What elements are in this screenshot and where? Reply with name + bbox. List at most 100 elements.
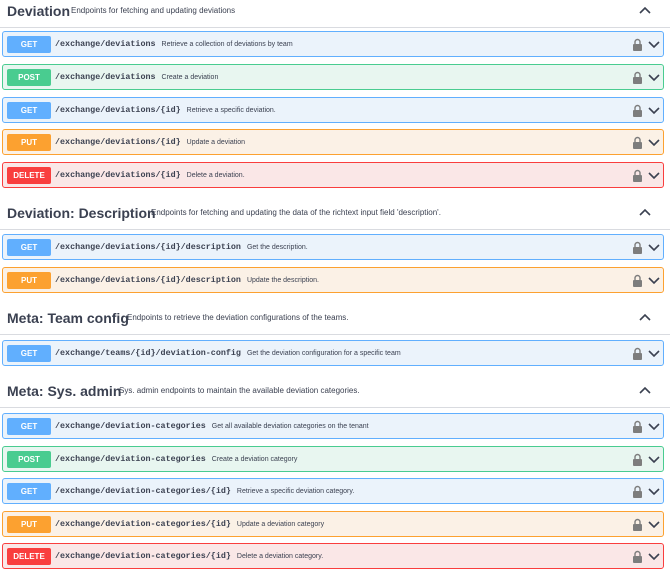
chevron-down-icon[interactable] <box>648 455 660 464</box>
operation-path: /exchange/deviations/{id} Retrieve a spec… <box>55 105 276 116</box>
operation-row[interactable]: GET /exchange/deviations/{id} Retrieve a … <box>2 97 664 123</box>
operation-summary: Get the description. <box>246 244 308 251</box>
chevron-down-icon[interactable] <box>648 276 660 285</box>
lock-icon[interactable] <box>632 38 643 51</box>
section-title: Meta: Team config <box>7 310 129 326</box>
method-badge: PUT <box>7 134 51 151</box>
operation-row[interactable]: PUT /exchange/deviations/{id}/descriptio… <box>2 267 664 293</box>
chevron-down-icon[interactable] <box>648 40 660 49</box>
lock-icon[interactable] <box>632 347 643 360</box>
path-text: /exchange/deviations <box>55 39 156 49</box>
chevron-down-icon[interactable] <box>648 487 660 496</box>
operation-row[interactable]: POST /exchange/deviations Create a deviat… <box>2 64 664 90</box>
section-description: Endpoints for fetching and updating the … <box>151 208 441 217</box>
operation-summary: Update the description. <box>246 277 319 284</box>
chevron-down-icon[interactable] <box>648 138 660 147</box>
path-text: /exchange/deviation-categories/{id} <box>55 519 231 529</box>
operation-summary: Delete a deviation category. <box>236 553 324 560</box>
lock-icon[interactable] <box>632 241 643 254</box>
path-text: /exchange/deviations <box>55 72 156 82</box>
method-badge: PUT <box>7 516 51 533</box>
lock-icon[interactable] <box>632 169 643 182</box>
lock-icon[interactable] <box>632 518 643 531</box>
tag-section-header[interactable]: Deviation Endpoints for fetching and upd… <box>0 2 670 28</box>
operation-row[interactable]: PUT /exchange/deviations/{id} Update a de… <box>2 129 664 155</box>
operation-summary: Create a deviation <box>161 74 219 81</box>
operation-summary: Update a deviation category <box>236 521 325 528</box>
operation-summary: Retrieve a specific deviation. <box>186 107 276 114</box>
path-text: /exchange/deviations/{id} <box>55 105 181 115</box>
chevron-up-icon[interactable] <box>638 311 652 323</box>
lock-icon[interactable] <box>632 550 643 563</box>
method-badge: POST <box>7 451 51 468</box>
chevron-down-icon[interactable] <box>648 552 660 561</box>
operation-row[interactable]: GET /exchange/deviation-categories/{id} R… <box>2 478 664 504</box>
method-badge: GET <box>7 483 51 500</box>
chevron-down-icon[interactable] <box>648 520 660 529</box>
operation-path: /exchange/deviations Retrieve a collectio… <box>55 39 293 50</box>
section-title: Deviation <box>7 3 71 19</box>
method-badge: DELETE <box>7 167 51 184</box>
path-text: /exchange/deviations/{id} <box>55 170 181 180</box>
operation-row[interactable]: GET /exchange/deviations Retrieve a colle… <box>2 31 664 57</box>
tag-section-header[interactable]: Meta: Sys. admin Sys. admin endpoints to… <box>0 382 670 408</box>
chevron-down-icon[interactable] <box>648 73 660 82</box>
path-text: /exchange/deviation-categories/{id} <box>55 486 231 496</box>
chevron-up-icon[interactable] <box>638 384 652 396</box>
tag-section-header[interactable]: Deviation: Description Endpoints for fet… <box>0 204 670 230</box>
path-text: /exchange/teams/{id}/deviation-config <box>55 348 241 358</box>
operation-summary: Get all available deviation categories o… <box>211 423 369 430</box>
operation-summary: Update a deviation <box>186 139 246 146</box>
operation-row[interactable]: DELETE /exchange/deviation-categories/{i… <box>2 543 664 569</box>
path-text: /exchange/deviation-categories <box>55 454 206 464</box>
method-badge: GET <box>7 239 51 256</box>
operation-summary: Get the deviation configuration for a sp… <box>246 350 401 357</box>
path-text: /exchange/deviation-categories <box>55 421 206 431</box>
path-text: /exchange/deviation-categories/{id} <box>55 551 231 561</box>
method-badge: GET <box>7 345 51 362</box>
lock-icon[interactable] <box>632 274 643 287</box>
operation-row[interactable]: GET /exchange/deviation-categories Get al… <box>2 413 664 439</box>
tag-section-header[interactable]: Meta: Team config Endpoints to retrieve … <box>0 309 670 335</box>
chevron-up-icon[interactable] <box>638 4 652 16</box>
operation-summary: Retrieve a collection of deviations by t… <box>161 41 293 48</box>
operation-row[interactable]: DELETE /exchange/deviations/{id} Delete a… <box>2 162 664 188</box>
lock-icon[interactable] <box>632 485 643 498</box>
operation-summary: Create a deviation category <box>211 456 298 463</box>
operation-path: /exchange/deviations/{id}/description Get… <box>55 242 308 253</box>
lock-icon[interactable] <box>632 420 643 433</box>
operation-summary: Retrieve a specific deviation category. <box>236 488 355 495</box>
chevron-down-icon[interactable] <box>648 349 660 358</box>
lock-icon[interactable] <box>632 136 643 149</box>
operation-row[interactable]: PUT /exchange/deviation-categories/{id} U… <box>2 511 664 537</box>
section-description: Endpoints to retrieve the deviation conf… <box>127 313 349 322</box>
chevron-down-icon[interactable] <box>648 171 660 180</box>
operation-row[interactable]: GET /exchange/teams/{id}/deviation-confi… <box>2 340 664 366</box>
method-badge: DELETE <box>7 548 51 565</box>
chevron-down-icon[interactable] <box>648 422 660 431</box>
lock-icon[interactable] <box>632 71 643 84</box>
operation-row[interactable]: POST /exchange/deviation-categories Creat… <box>2 446 664 472</box>
chevron-down-icon[interactable] <box>648 106 660 115</box>
operation-row[interactable]: GET /exchange/deviations/{id}/descriptio… <box>2 234 664 260</box>
section-description: Endpoints for fetching and updating devi… <box>71 6 236 15</box>
lock-icon[interactable] <box>632 104 643 117</box>
operation-path: /exchange/deviation-categories/{id} Retri… <box>55 486 354 497</box>
method-badge: PUT <box>7 272 51 289</box>
path-text: /exchange/deviations/{id}/description <box>55 242 241 252</box>
operation-path: /exchange/deviations/{id} Update a deviat… <box>55 137 245 148</box>
method-badge: GET <box>7 418 51 435</box>
path-text: /exchange/deviations/{id} <box>55 137 181 147</box>
chevron-down-icon[interactable] <box>648 243 660 252</box>
section-title: Meta: Sys. admin <box>7 383 122 399</box>
operation-path: /exchange/deviations/{id}/description Upd… <box>55 275 319 286</box>
path-text: /exchange/deviations/{id}/description <box>55 275 241 285</box>
section-description: Sys. admin endpoints to maintain the ava… <box>119 386 360 395</box>
method-badge: GET <box>7 102 51 119</box>
operation-path: /exchange/deviation-categories Get all av… <box>55 421 369 432</box>
method-badge: GET <box>7 36 51 53</box>
lock-icon[interactable] <box>632 453 643 466</box>
chevron-up-icon[interactable] <box>638 206 652 218</box>
operation-path: /exchange/deviations/{id} Delete a deviat… <box>55 170 245 181</box>
operation-path: /exchange/deviation-categories Create a d… <box>55 454 297 465</box>
